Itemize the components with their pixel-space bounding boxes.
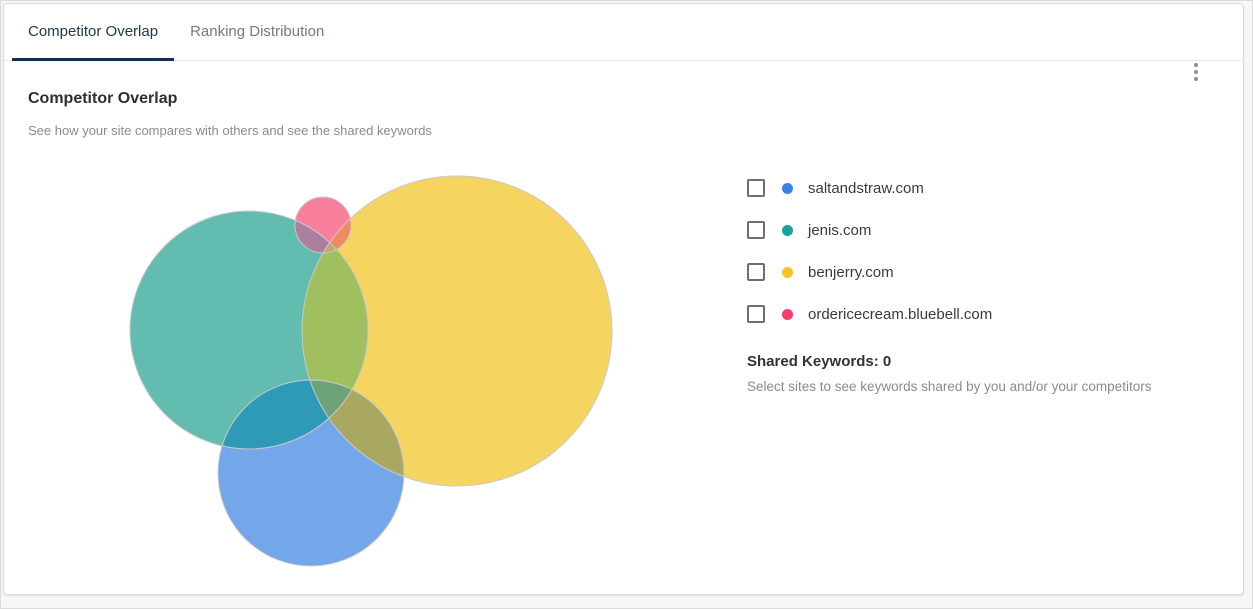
card-subtitle: See how your site compares with others a… <box>28 123 1219 139</box>
checkbox-benjerry[interactable] <box>747 263 765 281</box>
tab-bar: Competitor Overlap Ranking Distribution <box>4 4 1243 61</box>
tab-competitor-overlap[interactable]: Competitor Overlap <box>12 4 174 61</box>
shared-keywords-count: 0 <box>883 353 891 370</box>
shared-keywords-label: Shared Keywords: <box>747 353 879 370</box>
series-color-dot <box>782 267 793 278</box>
kebab-menu-icon[interactable] <box>1185 59 1207 85</box>
series-color-dot <box>782 309 793 320</box>
legend-item-label: saltandstraw.com <box>808 180 924 197</box>
legend-item-benjerry[interactable]: benjerry.com <box>747 251 1217 293</box>
legend-item-jenis[interactable]: jenis.com <box>747 209 1217 251</box>
series-color-dot <box>782 183 793 194</box>
competitor-overlap-card: Competitor Overlap Ranking Distribution … <box>3 3 1244 595</box>
series-color-dot <box>782 225 793 236</box>
legend-item-label: jenis.com <box>808 222 871 239</box>
checkbox-jenis[interactable] <box>747 221 765 239</box>
card-header: Competitor Overlap See how your site com… <box>4 61 1243 139</box>
checkbox-bluebell[interactable] <box>747 305 765 323</box>
card-title: Competitor Overlap <box>28 89 1219 108</box>
legend-item-saltandstraw[interactable]: saltandstraw.com <box>747 167 1217 209</box>
legend-item-bluebell[interactable]: ordericecream.bluebell.com <box>747 293 1217 335</box>
shared-keywords-hint: Select sites to see keywords shared by y… <box>747 378 1217 395</box>
legend-item-label: benjerry.com <box>808 264 894 281</box>
shared-keywords-title: Shared Keywords: 0 <box>747 352 1217 371</box>
app-root: { "tabs": [ {"label": "Competitor Overla… <box>0 0 1253 609</box>
competitor-legend: saltandstraw.com jenis.com benjerry.com … <box>747 167 1217 335</box>
shared-keywords-block: Shared Keywords: 0 Select sites to see k… <box>747 352 1217 395</box>
tab-ranking-distribution[interactable]: Ranking Distribution <box>174 4 340 61</box>
legend-item-label: ordericecream.bluebell.com <box>808 306 992 323</box>
checkbox-saltandstraw[interactable] <box>747 179 765 197</box>
venn-diagram[interactable] <box>4 144 684 596</box>
